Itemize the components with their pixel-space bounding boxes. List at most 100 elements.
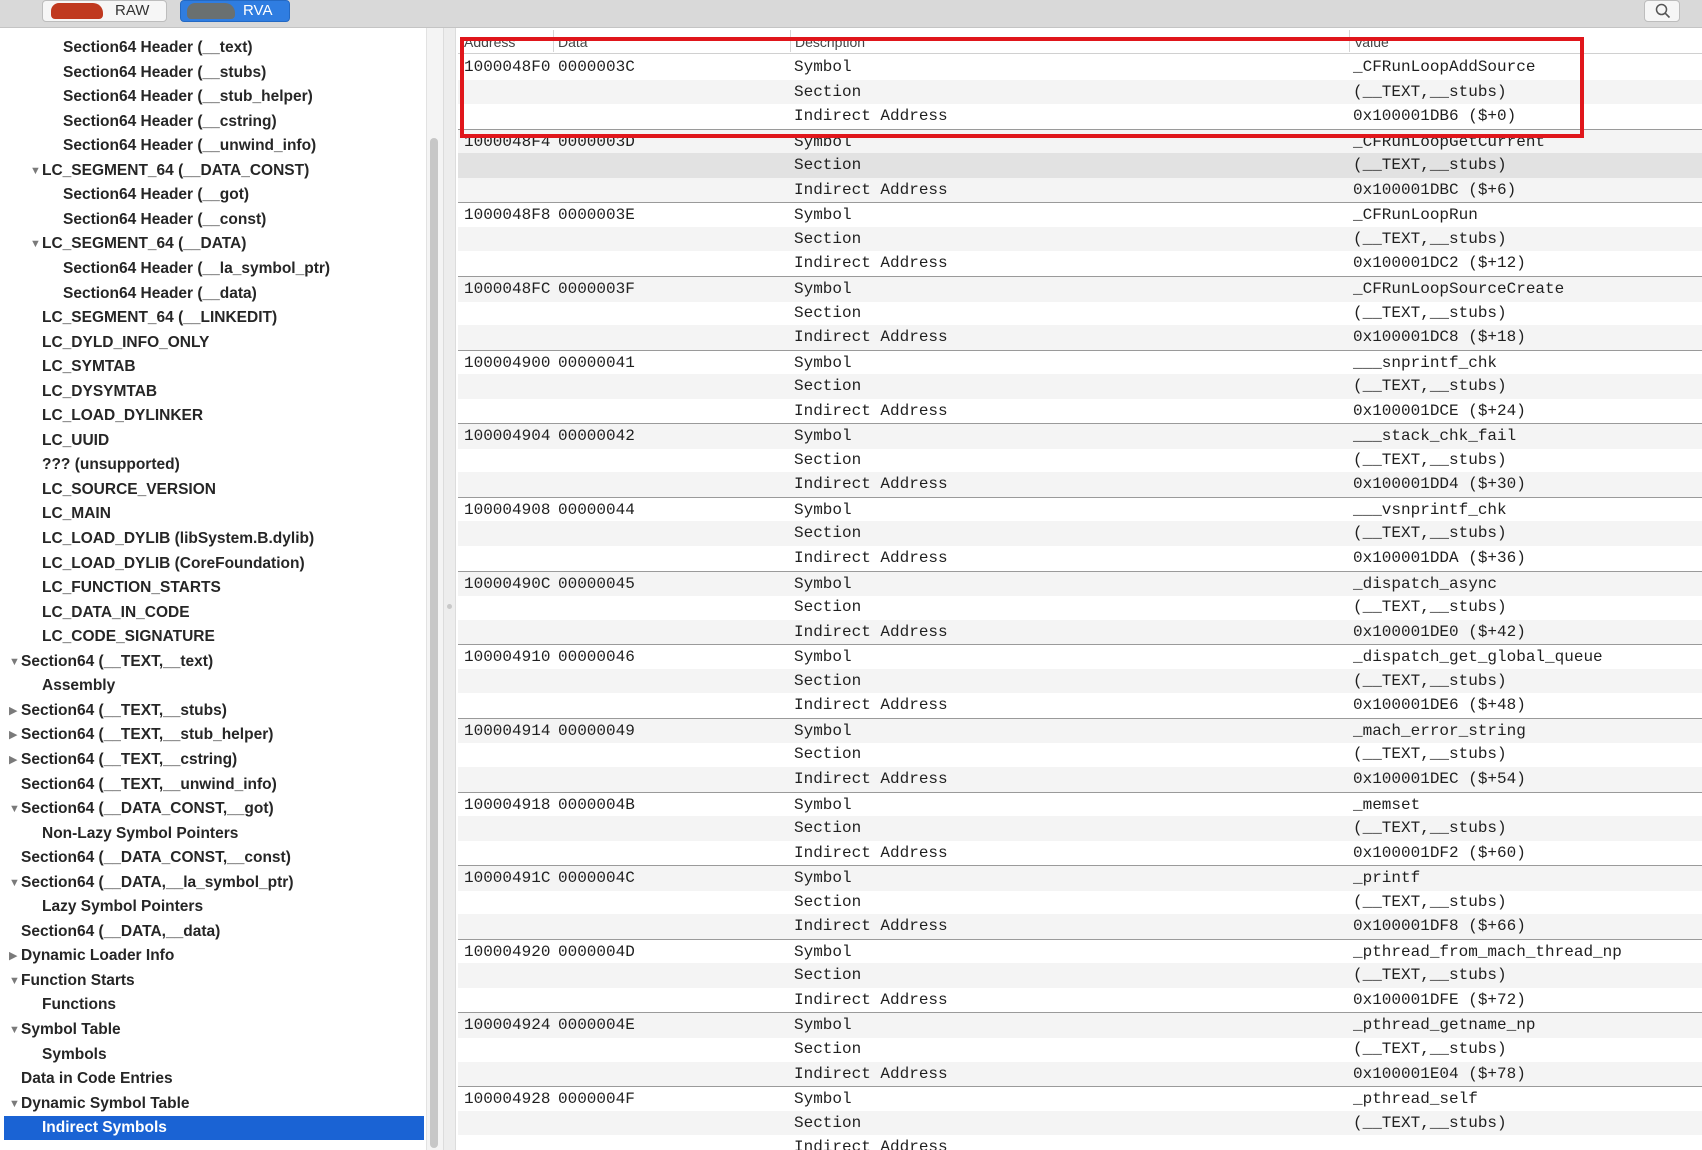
table-row[interactable]: 10000490C 00000045 Symbol _dispatch_async (458, 570, 1702, 597)
sidebar-item[interactable]: LC_LOAD_DYLINKER (4, 404, 424, 428)
sidebar-item[interactable]: ▼ Section64 (__DATA_CONST,__got) (4, 797, 424, 821)
sidebar-item[interactable]: LC_SYMTAB (4, 355, 424, 379)
sidebar-item[interactable]: ▶ Section64 (__TEXT,__stub_helper) (4, 723, 424, 747)
table-row[interactable]: Indirect Address 0x100001E04 ($+78) (458, 1061, 1702, 1087)
table-row[interactable]: Indirect Address (458, 1135, 1702, 1150)
table-row[interactable]: 100004904 00000042 Symbol ___stack_chk_fail (458, 423, 1702, 449)
sidebar-item[interactable]: Data in Code Entries (4, 1067, 424, 1091)
sidebar-item[interactable]: ▶ Section64 (__TEXT,__stubs) (4, 699, 424, 723)
disclosure-collapsed-icon[interactable]: ▶ (9, 944, 17, 968)
table-row[interactable]: Section (__TEXT,__stubs) (458, 816, 1702, 841)
table-row[interactable]: 100004928 0000004F Symbol _pthread_self (458, 1086, 1702, 1112)
sidebar-item[interactable]: ▼ Section64 (__DATA,__la_symbol_ptr) (4, 871, 424, 895)
sidebar-item[interactable]: Assembly (4, 674, 424, 698)
sidebar-item[interactable]: Indirect Symbols (4, 1116, 424, 1141)
sidebar-item[interactable]: Section64 Header (__unwind_info) (4, 134, 424, 158)
table-row[interactable]: Section (__TEXT,__stubs) (458, 742, 1702, 767)
sidebar-item[interactable]: Non-Lazy Symbol Pointers (4, 822, 424, 846)
table-row[interactable]: 100004924 0000004E Symbol _pthread_getname_… (458, 1012, 1702, 1039)
sidebar-item[interactable]: Section64 (__DATA,__data) (4, 920, 424, 944)
disclosure-expanded-icon[interactable]: ▼ (9, 650, 20, 674)
sidebar-item[interactable]: LC_SEGMENT_64 (__LINKEDIT) (4, 306, 424, 330)
sidebar-item[interactable]: LC_UUID (4, 429, 424, 453)
sidebar-item[interactable]: Section64 Header (__la_symbol_ptr) (4, 257, 424, 281)
sidebar-item[interactable]: ▼ Section64 (__TEXT,__text) (4, 650, 424, 674)
sidebar-item[interactable]: ▼ Function Starts (4, 969, 424, 993)
sidebar-item[interactable]: Section64 Header (__text) (4, 36, 424, 60)
table-row[interactable]: Section (__TEXT,__stubs) (458, 1110, 1702, 1136)
sidebar-item[interactable]: Symbols (4, 1043, 424, 1067)
sidebar-item[interactable]: ▼ LC_SEGMENT_64 (__DATA_CONST) (4, 159, 424, 183)
sidebar-item[interactable]: ▼ Symbol Table (4, 1018, 424, 1042)
table-row[interactable]: Indirect Address 0x100001DEC ($+54) (458, 766, 1702, 792)
table-row[interactable]: 100004908 00000044 Symbol ___vsnprintf_chk (458, 496, 1702, 523)
disclosure-expanded-icon[interactable]: ▼ (9, 1018, 20, 1042)
table-row[interactable]: 100004900 00000041 Symbol ___snprintf_chk (458, 349, 1702, 376)
table-row[interactable]: 100004910 00000046 Symbol _dispatch_get_glo… (458, 644, 1702, 670)
sidebar-item[interactable]: Section64 (__TEXT,__unwind_info) (4, 773, 424, 797)
table-row[interactable]: Indirect Address 0x100001DC2 ($+12) (458, 251, 1702, 276)
sidebar-item[interactable]: LC_CODE_SIGNATURE (4, 625, 424, 649)
disclosure-collapsed-icon[interactable]: ▶ (9, 748, 17, 772)
sidebar-item[interactable]: LC_FUNCTION_STARTS (4, 576, 424, 600)
sidebar-item[interactable]: LC_DYLD_INFO_ONLY (4, 331, 424, 355)
disclosure-expanded-icon[interactable]: ▼ (9, 871, 20, 895)
disclosure-expanded-icon[interactable]: ▼ (9, 969, 20, 993)
table-row[interactable]: 100004920 0000004D Symbol _pthread_from_mac… (458, 938, 1702, 965)
disclosure-collapsed-icon[interactable]: ▶ (9, 723, 17, 747)
sidebar-item[interactable]: Section64 Header (__stub_helper) (4, 85, 424, 109)
sidebar-item[interactable]: LC_MAIN (4, 502, 424, 526)
table-row[interactable]: Section (__TEXT,__stubs) (458, 153, 1702, 178)
table-row[interactable]: 1000048FC 0000003F Symbol _CFRunLoopSourceC… (458, 275, 1702, 302)
sidebar-item[interactable]: LC_LOAD_DYLIB (CoreFoundation) (4, 552, 424, 576)
sidebar-item[interactable]: LC_LOAD_DYLIB (libSystem.B.dylib) (4, 527, 424, 551)
table-row[interactable]: 1000048F8 0000003E Symbol _CFRunLoopRun (458, 202, 1702, 228)
table-row[interactable]: Section (__TEXT,__stubs) (458, 226, 1702, 252)
sidebar-item[interactable]: Section64 Header (__got) (4, 183, 424, 207)
sidebar-item[interactable]: ▶ Dynamic Loader Info (4, 944, 424, 968)
table-row[interactable]: Indirect Address 0x100001DF8 ($+66) (458, 914, 1702, 939)
table-row[interactable]: Section (__TEXT,__stubs) (458, 890, 1702, 915)
table-row[interactable]: Section (__TEXT,__stubs) (458, 374, 1702, 399)
sidebar-item[interactable]: ▼ LC_SEGMENT_64 (__DATA) (4, 232, 424, 256)
sidebar-item[interactable]: Section64 Header (__data) (4, 282, 424, 306)
sidebar-item[interactable]: Section64 Header (__cstring) (4, 110, 424, 134)
disclosure-expanded-icon[interactable]: ▼ (30, 232, 41, 256)
sidebar-item[interactable]: Functions (4, 993, 424, 1017)
split-divider[interactable] (443, 28, 456, 1150)
sidebar-item[interactable]: Lazy Symbol Pointers (4, 895, 424, 919)
table-row[interactable]: Section (__TEXT,__stubs) (458, 668, 1702, 694)
sidebar-item[interactable]: Section64 Header (__stubs) (4, 61, 424, 85)
raw-mode-button[interactable]: RAW (42, 0, 167, 22)
table-row[interactable]: Indirect Address 0x100001DF2 ($+60) (458, 841, 1702, 866)
table-row[interactable]: Indirect Address 0x100001DC8 ($+18) (458, 325, 1702, 350)
sidebar-scrollbar-thumb[interactable] (430, 138, 438, 1148)
table-row[interactable]: Indirect Address 0x100001DFE ($+72) (458, 988, 1702, 1013)
table-row[interactable]: Section (__TEXT,__stubs) (458, 521, 1702, 547)
table-row[interactable]: Indirect Address 0x100001DD4 ($+30) (458, 472, 1702, 497)
disclosure-expanded-icon[interactable]: ▼ (30, 159, 41, 183)
sidebar-item[interactable]: LC_SOURCE_VERSION (4, 478, 424, 502)
table-row[interactable]: 100004918 0000004B Symbol _memset (458, 791, 1702, 818)
table-row[interactable]: Indirect Address 0x100001DDA ($+36) (458, 546, 1702, 571)
disclosure-collapsed-icon[interactable]: ▶ (9, 699, 17, 723)
disclosure-expanded-icon[interactable]: ▼ (9, 1092, 20, 1116)
sidebar-item[interactable]: Section64 (__DATA_CONST,__const) (4, 846, 424, 870)
table-row[interactable]: 10000491C 0000004C Symbol _printf (458, 865, 1702, 891)
table-row[interactable]: 100004914 00000049 Symbol _mach_error_strin… (458, 717, 1702, 744)
sidebar-item[interactable]: ??? (unsupported) (4, 453, 424, 477)
disclosure-expanded-icon[interactable]: ▼ (9, 797, 20, 821)
table-row[interactable]: Section (__TEXT,__stubs) (458, 595, 1702, 620)
table-row[interactable]: Indirect Address 0x100001DE6 ($+48) (458, 693, 1702, 718)
table-row[interactable]: Indirect Address 0x100001DBC ($+6) (458, 177, 1702, 203)
table-row[interactable]: Indirect Address 0x100001DE0 ($+42) (458, 619, 1702, 645)
sidebar-item[interactable]: ▶ Section64 (__TEXT,__cstring) (4, 748, 424, 772)
search-button[interactable] (1644, 0, 1680, 22)
sidebar-item[interactable]: Section64 Header (__const) (4, 208, 424, 232)
sidebar-item[interactable]: LC_DYSYMTAB (4, 380, 424, 404)
sidebar-item[interactable]: ▼ Dynamic Symbol Table (4, 1092, 424, 1116)
table-row[interactable]: Section (__TEXT,__stubs) (458, 448, 1702, 473)
table-row[interactable]: Section (__TEXT,__stubs) (458, 1037, 1702, 1062)
table-row[interactable]: Section (__TEXT,__stubs) (458, 301, 1702, 326)
sidebar-item[interactable]: LC_DATA_IN_CODE (4, 601, 424, 625)
